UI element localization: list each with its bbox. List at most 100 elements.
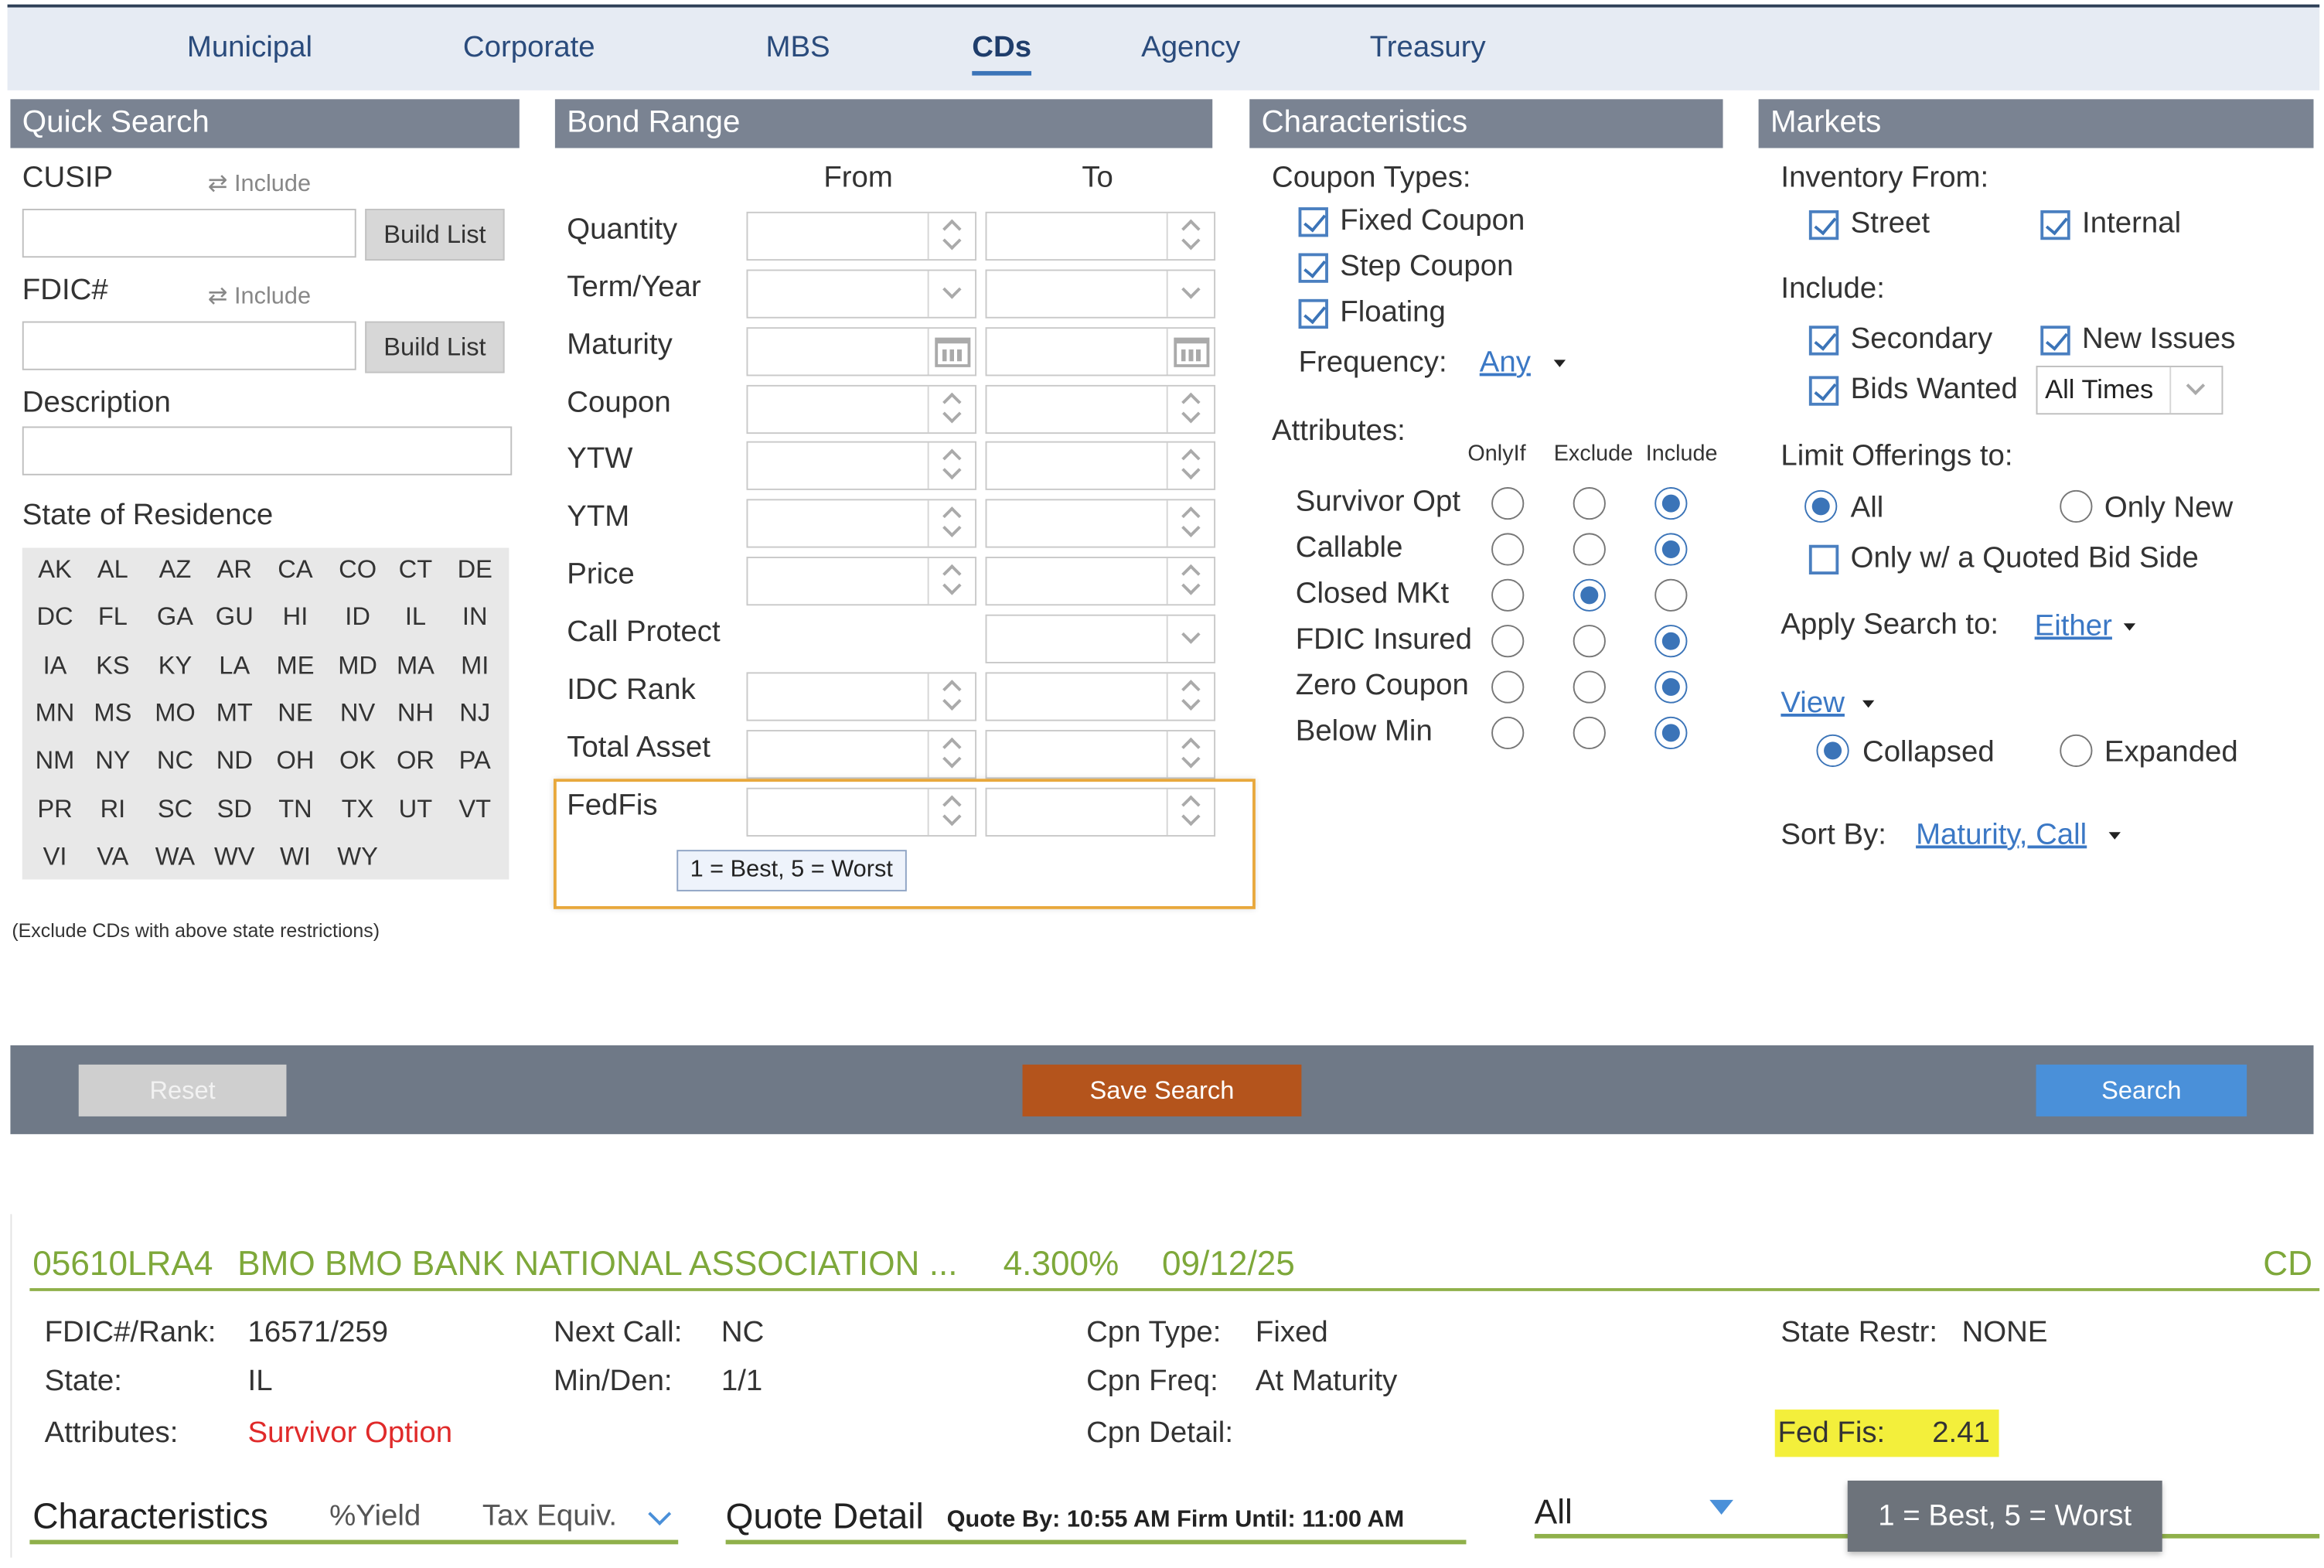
tab-mbs[interactable]: MBS (765, 31, 830, 65)
save-search-button[interactable]: Save Search (1022, 1064, 1302, 1116)
view-caret-icon[interactable] (1862, 700, 1875, 708)
state-nc[interactable]: NC (145, 747, 205, 776)
state-me[interactable]: ME (266, 651, 325, 680)
below-min-exclude-radio[interactable] (1573, 716, 1606, 749)
spinner-icon[interactable] (927, 673, 975, 720)
tab-corporate[interactable]: Corporate (463, 31, 595, 65)
zero-coupon-include-radio[interactable] (1654, 670, 1688, 704)
state-ky[interactable]: KY (145, 651, 205, 680)
zero-coupon-exclude-radio[interactable] (1573, 670, 1606, 704)
state-ny[interactable]: NY (83, 747, 142, 776)
state-ct[interactable]: CT (386, 555, 445, 585)
state-ga[interactable]: GA (145, 603, 205, 632)
spinner-icon[interactable] (1166, 673, 1214, 720)
idc-rank-to-input[interactable] (985, 672, 1216, 721)
state-nm[interactable]: NM (26, 747, 85, 776)
search-button[interactable]: Search (2036, 1064, 2247, 1116)
spinner-icon[interactable] (1166, 557, 1214, 605)
maturity-to-input[interactable] (985, 327, 1216, 377)
frequency-dropdown[interactable]: Any (1480, 346, 1531, 380)
spinner-icon[interactable] (927, 557, 975, 605)
spinner-icon[interactable] (927, 386, 975, 433)
state-gu[interactable]: GU (205, 603, 264, 632)
state-in[interactable]: IN (445, 603, 505, 632)
state-ut[interactable]: UT (386, 794, 445, 823)
spinner-icon[interactable] (1166, 213, 1214, 260)
view-dropdown[interactable]: View (1780, 687, 1845, 721)
state-dc[interactable]: DC (26, 603, 85, 632)
bids-wanted-select[interactable]: All Times (2036, 366, 2223, 415)
chevron-down-icon[interactable] (927, 271, 975, 317)
result-cusip[interactable]: 05610LRA4 (32, 1244, 213, 1284)
survivor-opt-include-radio[interactable] (1654, 487, 1688, 520)
state-ak[interactable]: AK (26, 555, 85, 585)
state-wa[interactable]: WA (145, 842, 205, 871)
state-ks[interactable]: KS (83, 651, 142, 680)
sort-by-dropdown[interactable]: Maturity, Call (1916, 819, 2087, 853)
spinner-icon[interactable] (927, 442, 975, 489)
callable-onlyif-radio[interactable] (1491, 533, 1525, 566)
new-issues-checkbox[interactable] (2040, 326, 2070, 356)
state-ok[interactable]: OK (328, 747, 387, 776)
state-nv[interactable]: NV (328, 699, 387, 728)
state-mn[interactable]: MN (26, 699, 85, 728)
term-year-to-input[interactable] (985, 269, 1216, 319)
fixed-coupon-checkbox[interactable] (1298, 207, 1328, 237)
ytm-to-input[interactable] (985, 499, 1216, 548)
all-filter-select[interactable]: All (1535, 1492, 1573, 1532)
spinner-icon[interactable] (927, 731, 975, 778)
state-va[interactable]: VA (83, 842, 142, 871)
description-input[interactable] (22, 426, 513, 476)
maturity-from-input[interactable] (746, 327, 977, 377)
coupon-to-input[interactable] (985, 384, 1216, 435)
caret-down-icon[interactable] (1709, 1499, 1733, 1515)
price-from-input[interactable] (746, 557, 977, 606)
apply-caret-icon[interactable] (2123, 623, 2136, 631)
fdic-input[interactable] (22, 321, 356, 370)
state-nj[interactable]: NJ (445, 699, 505, 728)
state-nd[interactable]: ND (205, 747, 264, 776)
fdic-insured-onlyif-radio[interactable] (1491, 625, 1525, 658)
fdic-include-toggle[interactable]: ⇄ Include (208, 281, 311, 311)
state-mo[interactable]: MO (145, 699, 205, 728)
state-pa[interactable]: PA (445, 747, 505, 776)
closed-mkt-onlyif-radio[interactable] (1491, 578, 1525, 612)
tab-agency[interactable]: Agency (1141, 31, 1240, 65)
step-coupon-checkbox[interactable] (1298, 253, 1328, 283)
spinner-icon[interactable] (1166, 386, 1214, 433)
state-ar[interactable]: AR (205, 555, 264, 585)
view-collapsed-radio[interactable] (1816, 734, 1849, 767)
survivor-opt-onlyif-radio[interactable] (1491, 487, 1525, 520)
callable-exclude-radio[interactable] (1573, 533, 1606, 566)
state-id[interactable]: ID (328, 603, 387, 632)
idc-rank-from-input[interactable] (746, 672, 977, 721)
spinner-icon[interactable] (1166, 500, 1214, 547)
ytw-from-input[interactable] (746, 441, 977, 490)
state-co[interactable]: CO (328, 555, 387, 585)
spinner-icon[interactable] (927, 500, 975, 547)
state-tn[interactable]: TN (266, 794, 325, 823)
state-sd[interactable]: SD (205, 794, 264, 823)
state-oh[interactable]: OH (266, 747, 325, 776)
state-sc[interactable]: SC (145, 794, 205, 823)
total-asset-from-input[interactable] (746, 730, 977, 779)
coupon-from-input[interactable] (746, 384, 977, 435)
state-la[interactable]: LA (205, 651, 264, 680)
state-de[interactable]: DE (445, 555, 505, 585)
state-pr[interactable]: PR (26, 794, 85, 823)
state-ms[interactable]: MS (83, 699, 142, 728)
state-hi[interactable]: HI (266, 603, 325, 632)
price-to-input[interactable] (985, 557, 1216, 606)
state-md[interactable]: MD (328, 651, 387, 680)
street-checkbox[interactable] (1808, 210, 1839, 240)
calendar-icon[interactable] (927, 329, 975, 375)
tab-municipal[interactable]: Municipal (187, 31, 312, 65)
closed-mkt-include-radio[interactable] (1654, 578, 1688, 612)
quantity-to-input[interactable] (985, 211, 1216, 261)
yield-tab[interactable]: %Yield (329, 1500, 421, 1534)
state-ca[interactable]: CA (266, 555, 325, 585)
tab-cds[interactable]: CDs (972, 31, 1032, 76)
cusip-include-toggle[interactable]: ⇄ Include (208, 169, 311, 198)
state-vi[interactable]: VI (26, 842, 85, 871)
quantity-from-input[interactable] (746, 211, 977, 261)
